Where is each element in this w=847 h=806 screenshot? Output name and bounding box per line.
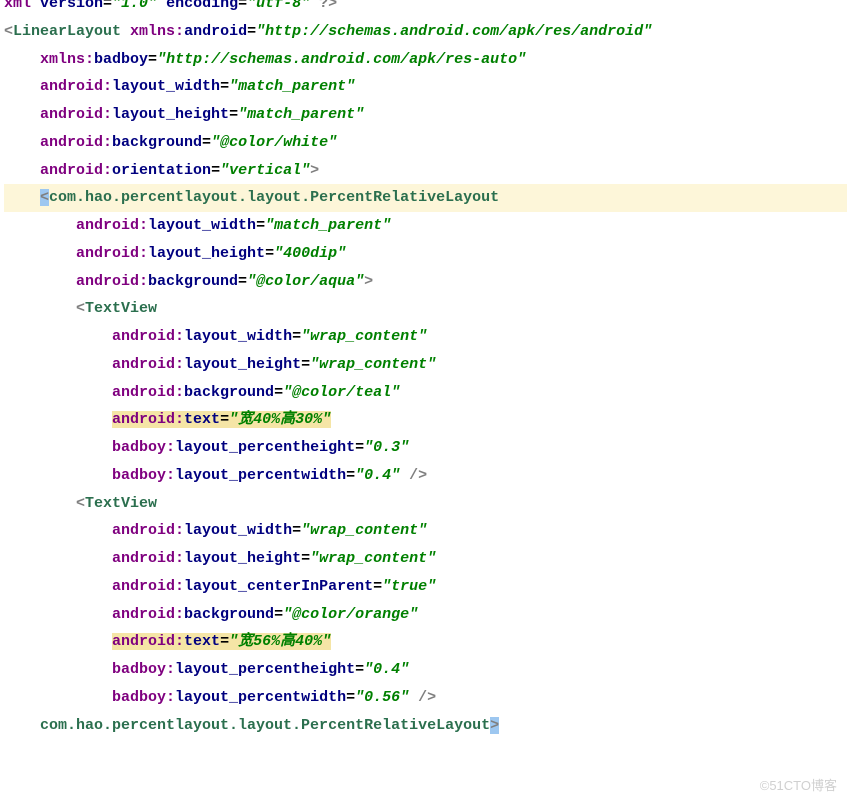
code-line: android:text="宽40%高30%" [4,406,847,434]
code-line: android:layout_width="wrap_content" [4,323,847,351]
code-line: android:layout_height="400dip" [4,240,847,268]
code-line: com.hao.percentlayout.layout.PercentRela… [4,712,847,740]
code-line: badboy:layout_percentwidth="0.56" /> [4,684,847,712]
code-line: android:layout_height="wrap_content" [4,545,847,573]
code-line: android:layout_width="wrap_content" [4,517,847,545]
code-line: <TextView [4,490,847,518]
code-line: android:orientation="vertical"> [4,157,847,185]
code-editor: xml version="1.0" encoding="utf-8" ?><Li… [0,0,847,739]
code-line: android:layout_width="match_parent" [4,73,847,101]
code-line: android:text="宽56%高40%" [4,628,847,656]
code-line: android:layout_centerInParent="true" [4,573,847,601]
code-line: android:layout_width="match_parent" [4,212,847,240]
code-line: android:layout_height="match_parent" [4,101,847,129]
code-line: badboy:layout_percentheight="0.3" [4,434,847,462]
code-line: android:background="@color/aqua"> [4,268,847,296]
code-line: <TextView [4,295,847,323]
code-line: <LinearLayout xmlns:android="http://sche… [4,18,847,46]
code-line: android:background="@color/orange" [4,601,847,629]
watermark: ©51CTO博客 [760,774,837,798]
code-line: android:background="@color/white" [4,129,847,157]
code-line: xmlns:badboy="http://schemas.android.com… [4,46,847,74]
code-line: android:background="@color/teal" [4,379,847,407]
code-line: xml version="1.0" encoding="utf-8" ?><Li… [4,0,847,739]
code-line-highlight: <com.hao.percentlayout.layout.PercentRel… [4,184,847,212]
code-line: android:layout_height="wrap_content" [4,351,847,379]
code-line: badboy:layout_percentwidth="0.4" /> [4,462,847,490]
code-line: badboy:layout_percentheight="0.4" [4,656,847,684]
